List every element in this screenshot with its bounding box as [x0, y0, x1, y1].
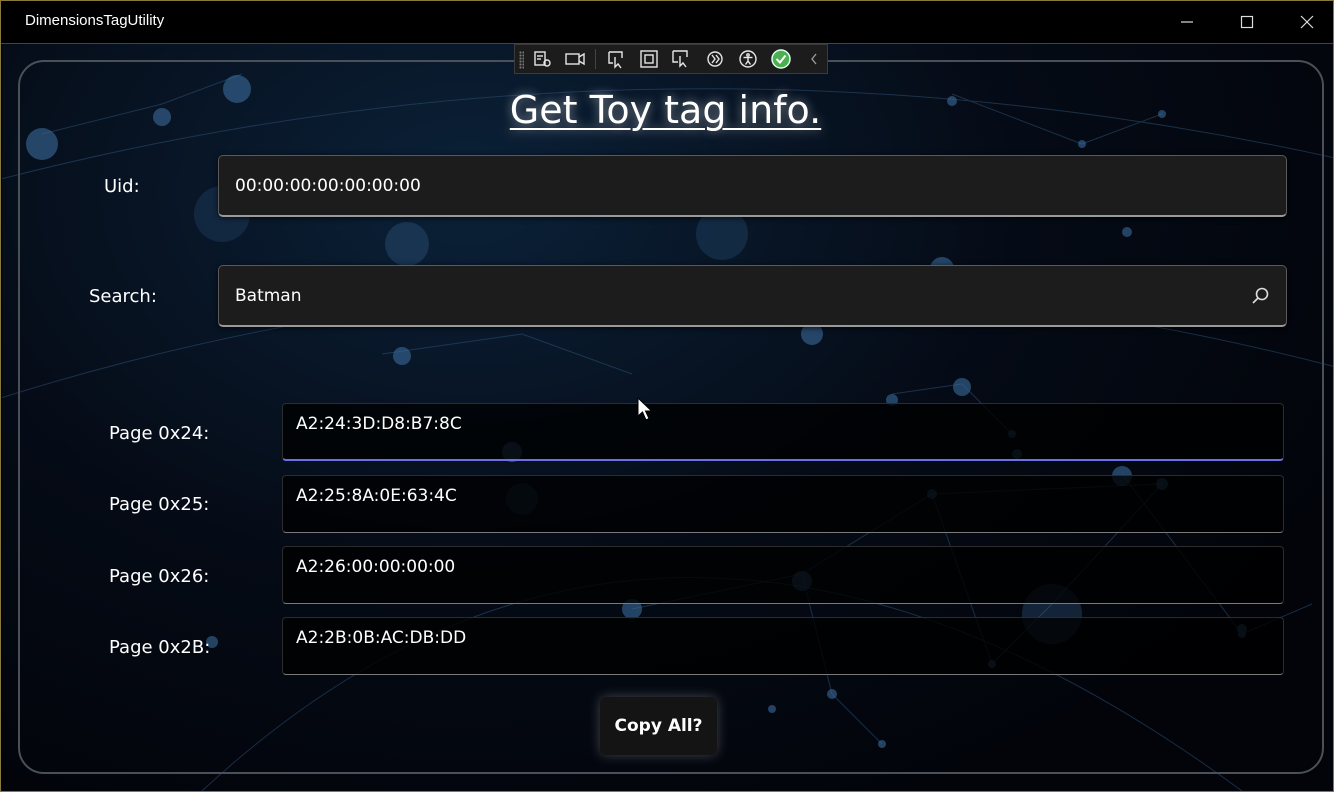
page-0x26-label: Page 0x26: [109, 566, 210, 587]
page-0x26-value: A2:26:00:00:00:00 [296, 557, 456, 577]
search-input[interactable]: Batman [218, 265, 1287, 327]
accessibility-icon[interactable] [735, 47, 761, 71]
track-focus-icon[interactable] [669, 47, 695, 71]
page-0x25-label: Page 0x25: [109, 494, 210, 515]
display-layout-adorners-icon[interactable] [636, 47, 662, 71]
title-bar[interactable]: DimensionsTagUtility [1, 1, 1333, 44]
collapse-chevron-icon[interactable] [801, 47, 827, 71]
copy-all-button[interactable]: Copy All? [600, 697, 717, 755]
mouse-cursor-icon [637, 397, 653, 421]
search-label: Search: [89, 286, 157, 307]
toolbar-grip[interactable] [519, 51, 524, 69]
window-title: DimensionsTagUtility [25, 12, 165, 29]
toolbar-separator [595, 49, 596, 69]
close-icon [1300, 15, 1314, 29]
page-0x2b-label: Page 0x2B: [109, 637, 211, 658]
page-0x24-label: Page 0x24: [109, 423, 210, 444]
minimize-icon [1181, 21, 1193, 23]
page-0x24-field[interactable]: A2:24:3D:D8:B7:8C [282, 403, 1284, 461]
close-button[interactable] [1277, 1, 1333, 43]
record-icon[interactable] [562, 47, 588, 71]
page-0x24-value: A2:24:3D:D8:B7:8C [296, 414, 462, 434]
select-element-icon[interactable] [603, 47, 629, 71]
xaml-debug-toolbar [514, 44, 828, 74]
page-0x2b-value: A2:2B:0B:AC:DB:DD [296, 628, 467, 648]
live-visual-tree-icon[interactable] [529, 47, 555, 71]
uid-value: 00:00:00:00:00:00:00 [235, 175, 421, 196]
page-0x26-field[interactable]: A2:26:00:00:00:00 [282, 546, 1284, 604]
page-0x25-field[interactable]: A2:25:8A:0E:63:4C [282, 475, 1284, 533]
page-0x25-value: A2:25:8A:0E:63:4C [296, 486, 457, 506]
minimize-button[interactable] [1157, 1, 1217, 43]
maximize-icon [1240, 15, 1254, 29]
search-value: Batman [235, 285, 302, 306]
page-0x2b-field[interactable]: A2:2B:0B:AC:DB:DD [282, 617, 1284, 675]
search-icon[interactable] [1250, 286, 1270, 311]
hot-reload-icon[interactable] [702, 47, 728, 71]
uid-label: Uid: [104, 176, 140, 197]
binding-check-icon[interactable] [768, 47, 794, 71]
uid-input[interactable]: 00:00:00:00:00:00:00 [218, 155, 1287, 217]
page-title: Get Toy tag info. [509, 88, 822, 132]
maximize-button[interactable] [1217, 1, 1277, 43]
